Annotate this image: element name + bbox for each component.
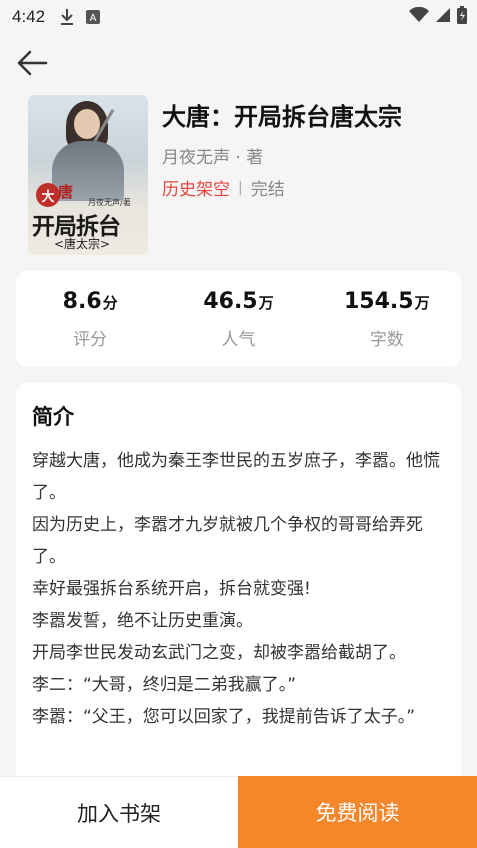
cover-badge: 大 xyxy=(36,183,60,207)
stat-popularity: 46.5万 人气 xyxy=(178,288,298,350)
cover-badge-rest: 唐 xyxy=(58,183,74,201)
popularity-unit: 万 xyxy=(258,294,274,312)
book-author[interactable]: 月夜无声 · 著 xyxy=(162,143,263,168)
rating-unit: 分 xyxy=(102,294,118,312)
back-button[interactable] xyxy=(12,45,52,85)
intro-paragraph: 李嚣：“父王，您可以回家了，我提前告诉了太子。” xyxy=(32,707,416,727)
intro-paragraph: 李嚣发誓，绝不让历史重演。 xyxy=(32,611,253,631)
book-category[interactable]: 历史架空 xyxy=(162,175,230,200)
battery-icon xyxy=(457,5,467,29)
book-title: 大唐：开局拆台唐太宗 xyxy=(162,103,402,131)
stats-card: 8.6分 评分 46.5万 人气 154.5万 字数 xyxy=(16,271,461,367)
add-to-shelf-button[interactable]: 加入书架 xyxy=(0,776,238,848)
arrow-left-icon xyxy=(16,49,48,81)
stat-popularity-value: 46.5万 xyxy=(203,288,273,317)
intro-heading: 简介 xyxy=(32,405,74,429)
book-meta: 历史架空 | 完结 xyxy=(162,175,285,201)
stat-popularity-label: 人气 xyxy=(221,330,256,350)
book-status: 完结 xyxy=(250,180,285,200)
svg-text:A: A xyxy=(90,13,97,24)
cover-subtitle: <唐太宗> xyxy=(54,237,111,251)
book-cover[interactable]: 大 唐 月夜无声/著 开局拆台 <唐太宗> xyxy=(28,95,148,255)
intro-paragraph: 开局李世民发动玄武门之变，却被李嚣给截胡了。 xyxy=(32,643,406,663)
words-unit: 万 xyxy=(414,294,430,312)
words-number: 154.5 xyxy=(344,289,414,314)
bottom-action-bar: 加入书架 免费阅读 xyxy=(0,776,477,848)
book-header: 大 唐 月夜无声/著 开局拆台 <唐太宗> 大唐：开局拆台唐太宗 月夜无声 · … xyxy=(28,95,461,255)
signal-icon xyxy=(435,7,451,28)
intro-card: 简介 穿越大唐，他成为秦王李世民的五岁庶子，李嚣。他慌了。 因为历史上，李嚣才九… xyxy=(16,383,461,803)
meta-separator: | xyxy=(238,179,243,196)
a-box-icon: A xyxy=(85,9,101,25)
stat-words: 154.5万 字数 xyxy=(327,288,447,350)
intro-paragraph: 因为历史上，李嚣才九岁就被几个争权的哥哥给弄死了。 xyxy=(32,515,423,567)
wifi-icon xyxy=(409,6,429,28)
stat-rating-value: 8.6分 xyxy=(63,288,118,317)
stat-rating-label: 评分 xyxy=(73,330,108,350)
rating-number: 8.6 xyxy=(62,289,102,314)
read-free-button[interactable]: 免费阅读 xyxy=(238,776,477,848)
intro-paragraph: 幸好最强拆台系统开启，拆台就变强! xyxy=(32,579,311,599)
stat-words-value: 154.5万 xyxy=(344,288,430,317)
intro-paragraph: 穿越大唐，他成为秦王李世民的五岁庶子，李嚣。他慌了。 xyxy=(32,451,440,503)
intro-paragraph: 李二：“大哥，终归是二弟我赢了。” xyxy=(32,675,297,695)
download-icon xyxy=(59,8,75,26)
status-bar: 4:42 A xyxy=(0,0,477,34)
status-time: 4:42 xyxy=(12,7,46,26)
popularity-number: 46.5 xyxy=(203,289,258,314)
stat-words-label: 字数 xyxy=(369,330,404,350)
status-right-icons xyxy=(409,5,467,29)
stat-rating: 8.6分 评分 xyxy=(30,288,150,350)
